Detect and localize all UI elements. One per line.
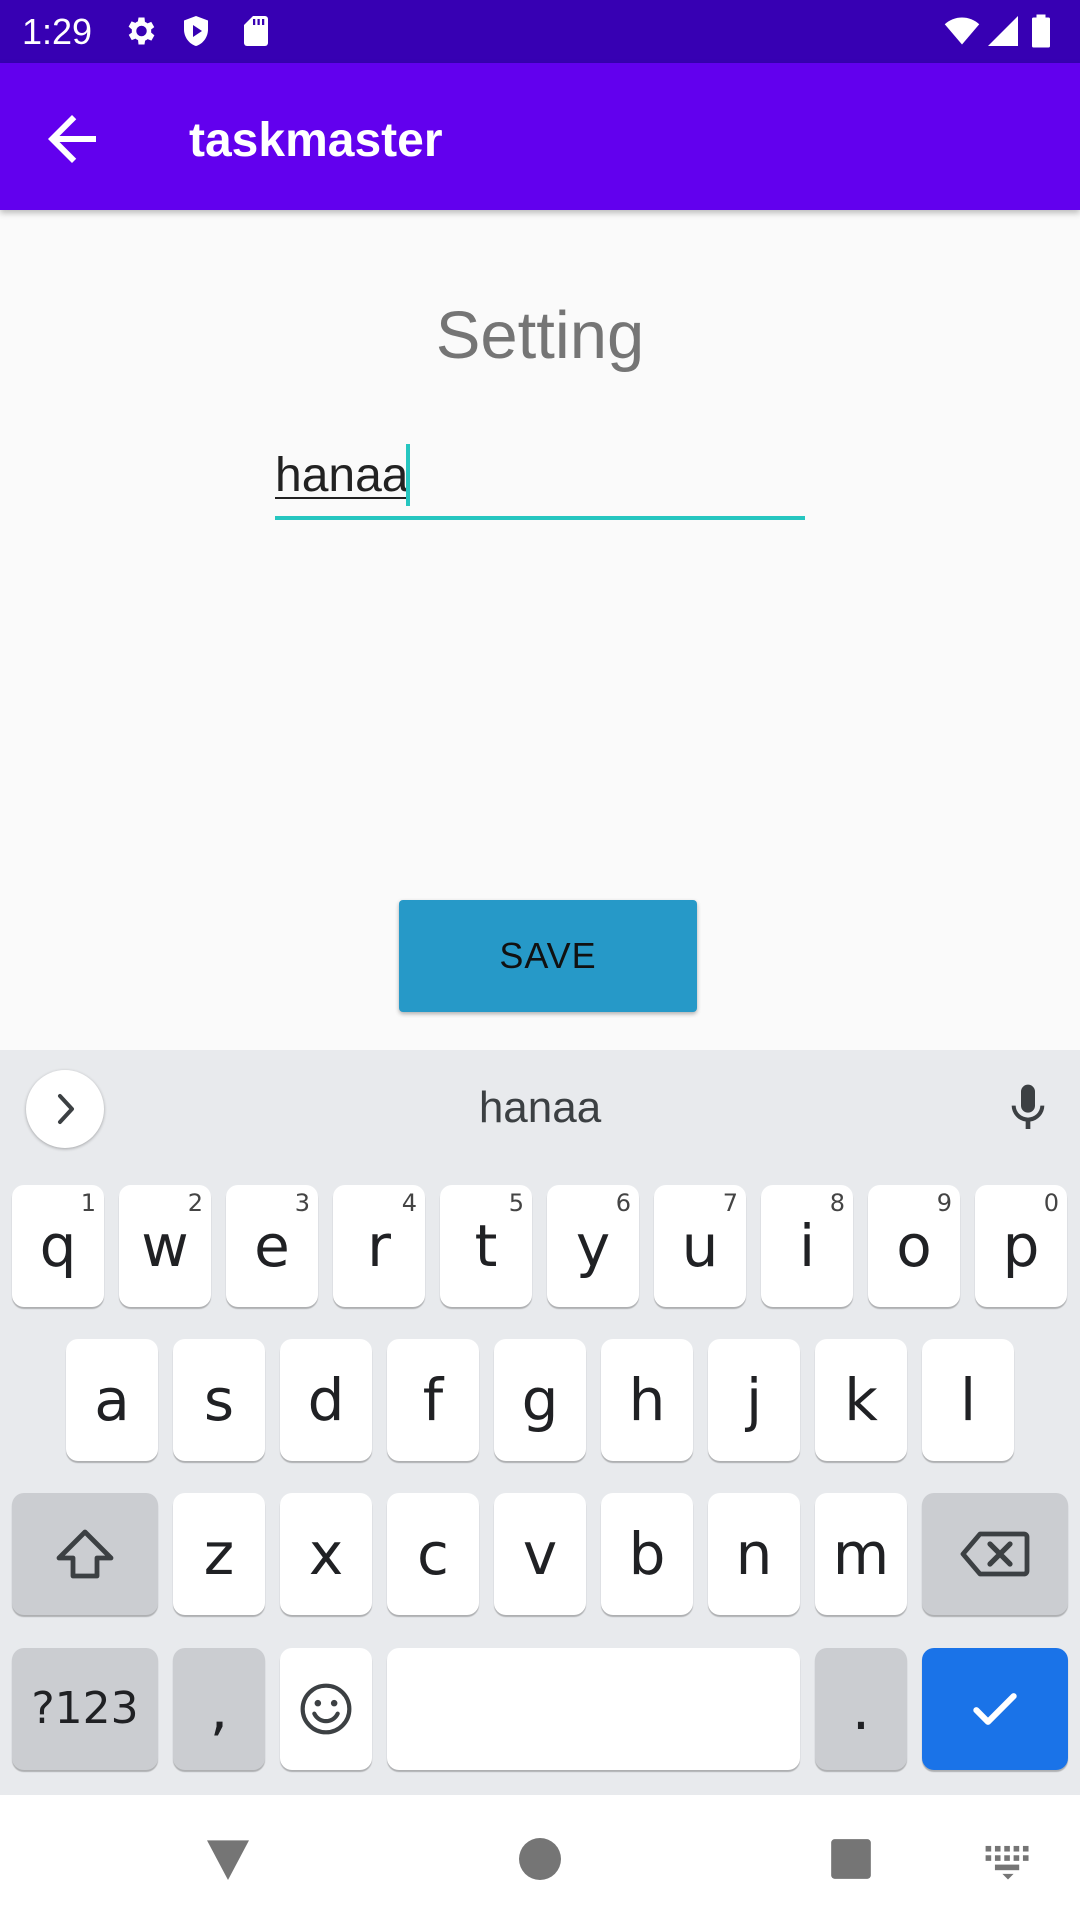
key-label: t — [474, 1212, 498, 1280]
emoji-key[interactable] — [280, 1648, 372, 1770]
space-key[interactable] — [387, 1648, 800, 1770]
gear-icon — [122, 13, 158, 49]
key-label: i — [798, 1212, 816, 1280]
period-key[interactable]: . — [815, 1648, 907, 1770]
key-o[interactable]: o9 — [868, 1185, 960, 1307]
key-label: q — [39, 1212, 77, 1280]
status-bar: 1:29 — [0, 0, 1080, 63]
page-title: Setting — [435, 298, 645, 373]
key-t[interactable]: t5 — [440, 1185, 532, 1307]
key-number-hint: 0 — [1043, 1189, 1059, 1217]
signal-icon — [985, 13, 1021, 49]
key-k[interactable]: k — [815, 1339, 907, 1461]
key-number-hint: 5 — [508, 1189, 524, 1217]
backspace-key[interactable] — [922, 1493, 1068, 1615]
key-label: w — [141, 1212, 189, 1280]
key-a[interactable]: a — [66, 1339, 158, 1461]
key-number-hint: 7 — [722, 1189, 738, 1217]
key-m[interactable]: m — [815, 1493, 907, 1615]
shift-arrow-icon — [56, 1529, 114, 1579]
key-r[interactable]: r4 — [333, 1185, 425, 1307]
key-f[interactable]: f — [387, 1339, 479, 1461]
text-cursor — [406, 444, 410, 506]
shield-play-icon — [178, 13, 214, 49]
save-button[interactable]: SAVE — [399, 900, 697, 1012]
soft-keyboard: hanaa q1 w2 e3 r4 t5 y6 u7 i8 o9 p0 a s … — [0, 1050, 1080, 1795]
recents-square-icon[interactable] — [823, 1831, 879, 1887]
smiley-icon — [300, 1683, 352, 1735]
status-time: 1:29 — [22, 11, 93, 52]
key-label: r — [367, 1212, 391, 1280]
chevron-right-icon[interactable] — [26, 1070, 104, 1148]
arrow-back-icon[interactable] — [36, 103, 108, 175]
key-w[interactable]: w2 — [119, 1185, 211, 1307]
key-label: p — [1002, 1212, 1040, 1280]
key-b[interactable]: b — [601, 1493, 693, 1615]
username-input-value: hanaa — [275, 449, 409, 502]
key-label: u — [681, 1212, 719, 1280]
username-input[interactable]: hanaa — [275, 440, 805, 520]
suggestion-word[interactable]: hanaa — [340, 1082, 740, 1134]
key-d[interactable]: d — [280, 1339, 372, 1461]
sd-card-icon — [238, 13, 274, 49]
key-c[interactable]: c — [387, 1493, 479, 1615]
key-u[interactable]: u7 — [654, 1185, 746, 1307]
key-e[interactable]: e3 — [226, 1185, 318, 1307]
keyboard-switch-icon[interactable] — [980, 1831, 1040, 1887]
enter-key[interactable] — [922, 1648, 1068, 1770]
app-title: taskmaster — [189, 114, 443, 167]
key-y[interactable]: y6 — [547, 1185, 639, 1307]
key-p[interactable]: p0 — [975, 1185, 1067, 1307]
key-z[interactable]: z — [173, 1493, 265, 1615]
key-label: e — [254, 1212, 290, 1280]
key-number-hint: 2 — [187, 1189, 203, 1217]
home-circle-icon[interactable] — [512, 1831, 568, 1887]
key-s[interactable]: s — [173, 1339, 265, 1461]
key-number-hint: 6 — [615, 1189, 631, 1217]
navigation-bar — [0, 1795, 1080, 1920]
key-h[interactable]: h — [601, 1339, 693, 1461]
key-label: o — [896, 1212, 932, 1280]
key-number-hint: 8 — [829, 1189, 845, 1217]
backspace-icon — [960, 1531, 1030, 1577]
key-number-hint: 3 — [294, 1189, 310, 1217]
key-label: y — [575, 1212, 611, 1280]
key-l[interactable]: l — [922, 1339, 1014, 1461]
back-triangle-icon[interactable] — [200, 1831, 256, 1887]
microphone-icon[interactable] — [1000, 1080, 1056, 1136]
key-number-hint: 9 — [936, 1189, 952, 1217]
key-number-hint: 4 — [401, 1189, 417, 1217]
key-v[interactable]: v — [494, 1493, 586, 1615]
key-i[interactable]: i8 — [761, 1185, 853, 1307]
key-n[interactable]: n — [708, 1493, 800, 1615]
key-x[interactable]: x — [280, 1493, 372, 1615]
shift-key[interactable] — [12, 1493, 158, 1615]
checkmark-icon — [973, 1693, 1017, 1725]
key-j[interactable]: j — [708, 1339, 800, 1461]
wifi-icon — [944, 13, 980, 49]
app-bar: taskmaster — [0, 63, 1080, 210]
comma-key[interactable]: , — [173, 1648, 265, 1770]
battery-icon — [1030, 13, 1060, 49]
key-g[interactable]: g — [494, 1339, 586, 1461]
symbols-key[interactable]: ?123 — [12, 1648, 158, 1770]
key-number-hint: 1 — [80, 1189, 96, 1217]
key-q[interactable]: q1 — [12, 1185, 104, 1307]
